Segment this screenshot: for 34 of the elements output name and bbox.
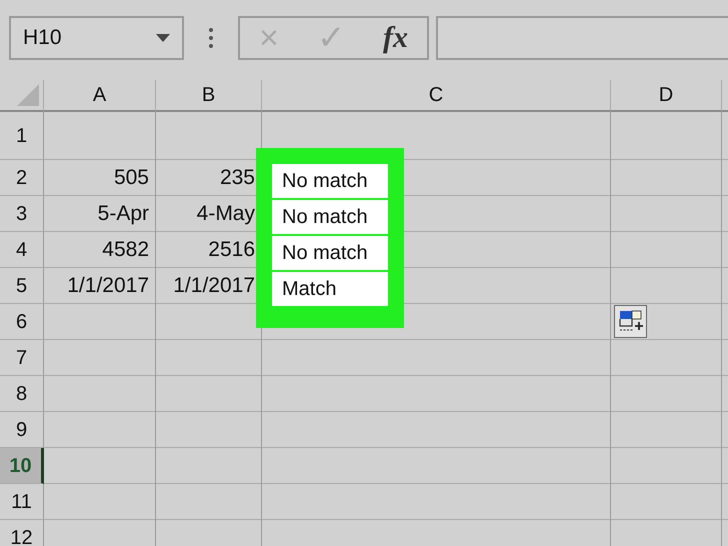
result-cell: Match bbox=[272, 272, 388, 306]
row-header[interactable]: 1 bbox=[0, 112, 44, 160]
cell-value: 1/1/2017 bbox=[67, 273, 149, 300]
more-icon[interactable] bbox=[209, 28, 213, 48]
formula-input[interactable] bbox=[436, 16, 728, 60]
result-cell: No match bbox=[272, 200, 388, 234]
row-header[interactable]: 11 bbox=[0, 484, 44, 520]
row-header[interactable]: 12 bbox=[0, 520, 44, 546]
cell-reference: H10 bbox=[23, 25, 62, 52]
cell-value: 235 bbox=[220, 165, 255, 192]
column-header[interactable]: A bbox=[44, 80, 156, 112]
row-header[interactable]: 7 bbox=[0, 340, 44, 376]
cell-value: 4582 bbox=[102, 237, 149, 264]
row-header[interactable]: 10 bbox=[0, 448, 44, 484]
cell-value: 4-May bbox=[196, 201, 255, 228]
quick-analysis-button[interactable] bbox=[614, 305, 647, 338]
cell-value: 5-Apr bbox=[98, 201, 149, 228]
name-box[interactable]: H10 bbox=[9, 16, 184, 60]
row-header[interactable]: 3 bbox=[0, 196, 44, 232]
row-header[interactable]: 5 bbox=[0, 268, 44, 304]
insert-function-button[interactable]: fx bbox=[382, 23, 408, 53]
column-header[interactable]: C bbox=[262, 80, 611, 112]
row-header[interactable]: 8 bbox=[0, 376, 44, 412]
result-cell: No match bbox=[272, 236, 388, 270]
result-cell: No match bbox=[272, 164, 388, 198]
cell-value: 2516 bbox=[208, 237, 255, 264]
column-header[interactable]: B bbox=[156, 80, 262, 112]
row-header[interactable]: 4 bbox=[0, 232, 44, 268]
dropdown-caret-icon[interactable] bbox=[156, 34, 170, 42]
cell-value: 1/1/2017 bbox=[173, 273, 255, 300]
row-header[interactable]: 6 bbox=[0, 304, 44, 340]
cell-value: 505 bbox=[114, 165, 149, 192]
row-header[interactable]: 2 bbox=[0, 160, 44, 196]
column-header[interactable]: D bbox=[611, 80, 722, 112]
